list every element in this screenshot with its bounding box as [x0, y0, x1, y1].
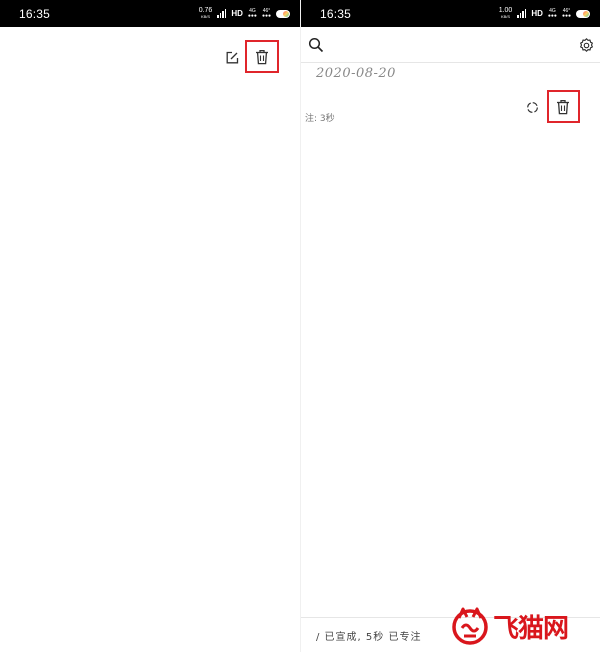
hd-badge: HD [531, 9, 543, 18]
signal-dots-icon-2: ●●● [261, 12, 271, 19]
search-button[interactable] [307, 36, 325, 54]
net-speed: 1.00 KB/S [499, 7, 513, 20]
highlight-box [245, 40, 279, 73]
watermark: 飞猫网 [451, 603, 599, 649]
highlight-box [547, 90, 580, 123]
network-type: 4G ●●● [247, 8, 257, 19]
status-bar: 16:35 0.76 KB/S HD 4G ●●● 46° ●●● [0, 0, 300, 27]
top-app-bar [301, 27, 600, 63]
edit-icon [226, 51, 239, 64]
status-time: 16:35 [320, 6, 352, 21]
battery-icon [576, 9, 590, 18]
cat-logo-icon [452, 607, 488, 645]
signal-bars-icon [217, 9, 227, 18]
left-panel: 16:35 0.76 KB/S HD 4G ●●● 46° ●●● [0, 0, 300, 652]
edit-button[interactable] [224, 50, 240, 66]
signal-dots-icon-2: ●●● [561, 12, 571, 19]
watermark-text: 飞猫网 [493, 613, 569, 644]
status-bar: 16:35 1.00 KB/S HD 4G ●●● 46° ●●● [301, 0, 600, 27]
signal-strength: 46° ●●● [561, 8, 571, 19]
date-heading: 2020-08-20 [316, 66, 396, 81]
net-speed-unit: KB/S [500, 13, 511, 19]
signal-dots-icon: ●●● [547, 12, 557, 19]
signal-bars-icon [517, 9, 527, 18]
right-panel: 16:35 1.00 KB/S HD 4G ●●● 46° ●●● 2020-0… [301, 0, 600, 652]
status-indicators: 0.76 KB/S HD 4G ●●● 46° ●●● [199, 7, 290, 20]
gear-icon [579, 37, 593, 52]
network-type: 4G ●●● [547, 8, 557, 19]
settings-button[interactable] [576, 35, 596, 55]
bottom-status-text: / 已宣成, 5秒 已专注 [316, 632, 422, 643]
battery-icon [276, 9, 290, 18]
session-note: 注: 3秒 [305, 114, 335, 124]
net-speed: 0.76 KB/S [199, 7, 213, 20]
search-icon [308, 37, 324, 53]
refresh-button[interactable] [524, 99, 540, 115]
hd-badge: HD [231, 9, 243, 18]
refresh-icon [526, 101, 538, 113]
signal-dots-icon: ●●● [247, 12, 257, 19]
net-speed-unit: KB/S [200, 13, 211, 19]
status-indicators: 1.00 KB/S HD 4G ●●● 46° ●●● [499, 7, 590, 20]
status-time: 16:35 [19, 6, 51, 21]
signal-strength: 46° ●●● [261, 8, 271, 19]
